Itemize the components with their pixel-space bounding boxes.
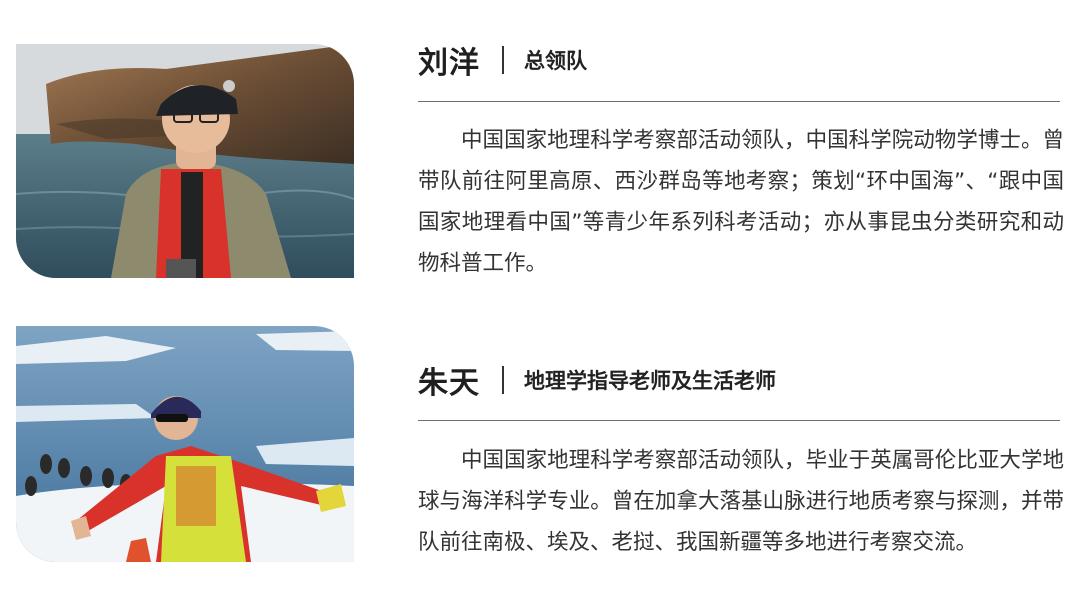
person-role: 总领队	[524, 49, 587, 73]
profile-card-liu-yang: 刘洋 总领队 中国国家地理科学考察部活动领队，中国科学院动物学博士。曾带队前往阿…	[0, 0, 1080, 300]
person-name: 朱天	[418, 366, 480, 401]
profile-photo	[16, 326, 354, 562]
person-name: 刘洋	[418, 46, 480, 81]
person-bio: 中国国家地理科学考察部活动领队，中国科学院动物学博士。曾带队前往阿里高原、西沙群…	[418, 128, 1064, 276]
name-divider	[502, 366, 504, 394]
person-role: 地理学指导老师及生活老师	[524, 369, 776, 393]
horizontal-divider	[418, 101, 1060, 102]
name-divider	[502, 46, 504, 74]
profile-card-zhu-tian: 朱天 地理学指导老师及生活老师 中国国家地理科学考察部活动领队，毕业于英属哥伦比…	[0, 300, 1080, 606]
horizontal-divider	[418, 420, 1060, 421]
profile-photo	[16, 44, 354, 278]
photo-illustration	[16, 44, 354, 278]
person-bio: 中国国家地理科学考察部活动领队，毕业于英属哥伦比亚大学地球与海洋科学专业。曾在加…	[418, 448, 1064, 555]
photo-illustration	[16, 326, 354, 562]
